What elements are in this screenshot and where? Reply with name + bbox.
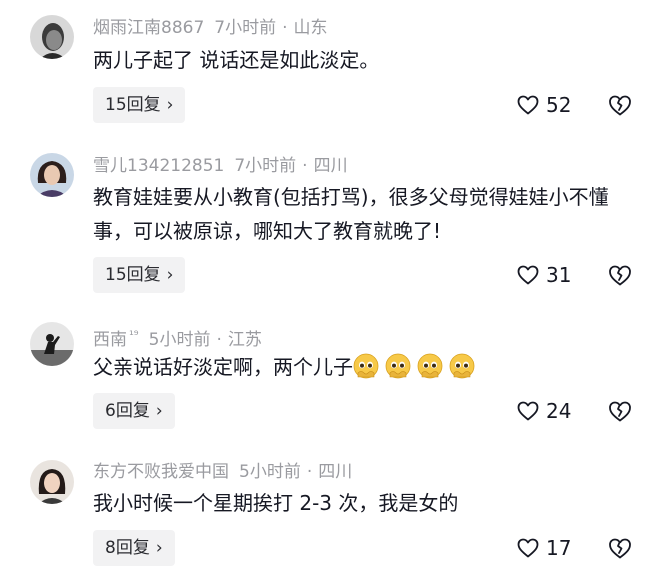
reply-count: 6回复 bbox=[105, 401, 150, 421]
comment-text: 两儿子起了 说话还是如此淡定。 bbox=[93, 48, 380, 72]
heart-icon bbox=[517, 265, 539, 285]
username[interactable]: 东方不败我爱中国 bbox=[93, 462, 229, 482]
chevron-right-icon: › bbox=[155, 538, 163, 558]
broken-heart-icon bbox=[609, 265, 631, 286]
avatar[interactable] bbox=[30, 153, 74, 197]
dislike-button[interactable] bbox=[607, 92, 633, 118]
comment-text: 父亲说话好淡定啊，两个儿子 bbox=[93, 350, 623, 384]
like-button[interactable]: 24 bbox=[516, 397, 571, 425]
like-count: 31 bbox=[546, 263, 572, 287]
like-count: 24 bbox=[546, 399, 572, 423]
view-replies-button[interactable]: 15回复 › bbox=[93, 87, 186, 123]
like-button[interactable]: 52 bbox=[516, 91, 571, 119]
reply-count: 15回复 bbox=[105, 265, 161, 285]
reply-count: 15回复 bbox=[105, 95, 161, 115]
avatar[interactable] bbox=[30, 460, 74, 504]
username[interactable]: 雪儿134212851 bbox=[93, 156, 224, 176]
avatar[interactable] bbox=[30, 322, 74, 366]
location: 四川 bbox=[313, 156, 348, 176]
emoji-row bbox=[353, 353, 481, 379]
woman-portrait-icon bbox=[30, 153, 74, 197]
separator: · bbox=[302, 156, 308, 176]
reply-count: 8回复 bbox=[105, 538, 150, 558]
broken-heart-icon bbox=[609, 401, 631, 422]
comment-text: 我小时候一个星期挨打 2-3 次，我是女的 bbox=[93, 491, 459, 515]
chevron-right-icon: › bbox=[155, 401, 163, 421]
dislike-button[interactable] bbox=[607, 535, 633, 561]
timestamp: 5小时前 bbox=[148, 330, 211, 350]
location: 四川 bbox=[318, 462, 353, 482]
dislike-button[interactable] bbox=[607, 262, 633, 288]
view-replies-button[interactable]: 15回复 › bbox=[93, 257, 186, 293]
dislike-button[interactable] bbox=[607, 398, 633, 424]
heart-icon bbox=[517, 401, 539, 421]
like-button[interactable]: 31 bbox=[516, 261, 571, 289]
comment-meta: 东方不败我爱中国 5小时前 · 四川 bbox=[93, 461, 352, 483]
pleading-face-icon bbox=[385, 353, 411, 379]
broken-heart-icon bbox=[609, 95, 631, 116]
user-badge: ¹⁹ bbox=[129, 328, 139, 342]
comment-meta: 西南 ¹⁹ 5小时前 · 江苏 bbox=[93, 324, 262, 351]
view-replies-button[interactable]: 6回复 › bbox=[93, 393, 175, 429]
man-portrait-icon bbox=[30, 15, 74, 59]
pleading-face-icon bbox=[353, 353, 379, 379]
username[interactable]: 西南 bbox=[93, 330, 127, 350]
like-count: 52 bbox=[546, 93, 572, 117]
chevron-right-icon: › bbox=[166, 95, 174, 115]
pleading-face-icon bbox=[449, 353, 475, 379]
comment-meta: 烟雨江南8867 7小时前 · 山东 bbox=[93, 17, 328, 39]
timestamp: 7小时前 bbox=[234, 156, 297, 176]
comment-text-content: 父亲说话好淡定啊，两个儿子 bbox=[93, 355, 353, 379]
location: 江苏 bbox=[227, 330, 262, 350]
username[interactable]: 烟雨江南8867 bbox=[93, 18, 204, 38]
like-count: 17 bbox=[546, 536, 572, 560]
view-replies-button[interactable]: 8回复 › bbox=[93, 530, 175, 566]
woman-portrait-icon bbox=[30, 460, 74, 504]
silhouette-icon bbox=[30, 322, 74, 366]
avatar[interactable] bbox=[30, 15, 74, 59]
comment-meta: 雪儿134212851 7小时前 · 四川 bbox=[93, 155, 348, 177]
location: 山东 bbox=[293, 18, 328, 38]
timestamp: 7小时前 bbox=[214, 18, 277, 38]
separator: · bbox=[282, 18, 288, 38]
pleading-face-icon bbox=[417, 353, 443, 379]
heart-icon bbox=[517, 95, 539, 115]
broken-heart-icon bbox=[609, 538, 631, 559]
separator: · bbox=[306, 462, 313, 482]
like-button[interactable]: 17 bbox=[516, 534, 571, 562]
timestamp: 5小时前 bbox=[239, 462, 301, 482]
comment-text: 教育娃娃要从小教育(包括打骂)，很多父母觉得娃娃小不懂事，可以被原谅，哪知大了教… bbox=[93, 185, 609, 243]
chevron-right-icon: › bbox=[166, 265, 174, 285]
heart-icon bbox=[517, 538, 539, 558]
separator: · bbox=[216, 330, 222, 350]
